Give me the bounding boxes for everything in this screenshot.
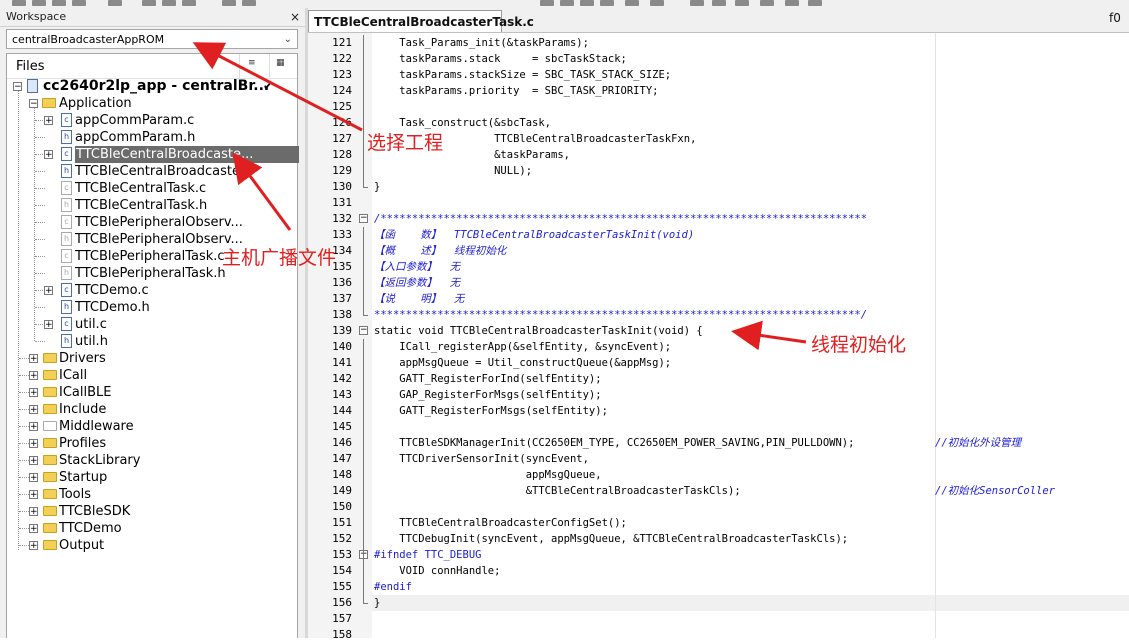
arrow-to-thread-init <box>731 320 807 351</box>
annotation-thread-init: 线程初始化 <box>811 334 907 356</box>
annotation-arrows <box>192 42 807 351</box>
arrow-to-project-select <box>192 42 363 132</box>
annotation-broadcast-file: 主机广播文件 <box>222 247 337 269</box>
arrow-to-broadcast-file <box>232 152 292 231</box>
annotation-select-project: 选择工程 <box>367 132 444 154</box>
